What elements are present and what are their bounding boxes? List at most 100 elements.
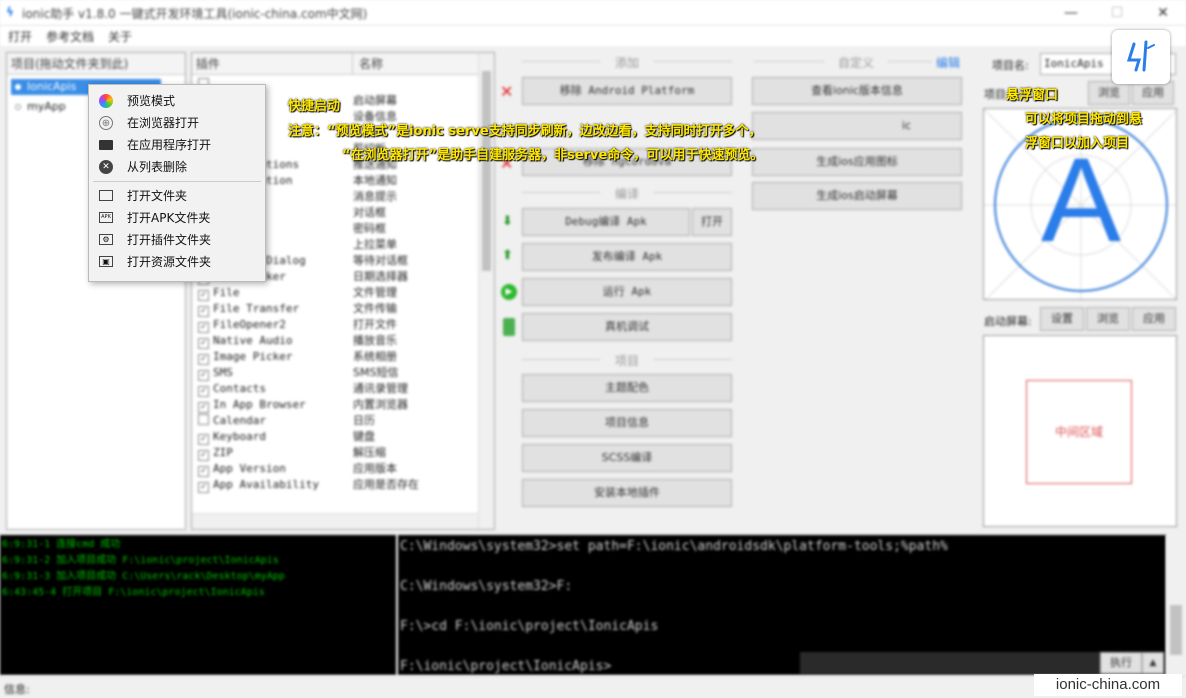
scrollbar-thumb[interactable] [482, 71, 491, 271]
project-info-button[interactable]: 项目信息 [522, 409, 732, 437]
menu-item-open-browser[interactable]: ⊕ 在浏览器打开 [89, 112, 265, 134]
menu-item-open-plugin-folder[interactable]: ⚙ 打开插件文件夹 [89, 229, 265, 251]
generate-ios-splash-button[interactable]: 生成ios启动屏幕 [752, 182, 962, 210]
plugin-checkbox[interactable]: ✓ [198, 482, 209, 493]
plugin-checkbox[interactable] [198, 414, 209, 425]
plugin-checkbox[interactable]: ✓ [198, 354, 209, 365]
device-debug-button[interactable]: 真机调试 [522, 313, 732, 341]
console-scrollbar[interactable] [1166, 535, 1186, 675]
menu-item-label: 打开文件夹 [127, 189, 188, 203]
plugin-checkbox[interactable]: ✓ [198, 306, 209, 317]
open-apk-button[interactable]: 打开 [692, 208, 732, 236]
plugin-checkbox[interactable]: ✓ [198, 386, 209, 397]
plugin-row[interactable]: ✓ App Availability 应用是否存在 [194, 477, 478, 493]
menu-about[interactable]: 关于 [108, 28, 132, 45]
remove-android-button[interactable]: 移除 Android Platform [522, 77, 732, 105]
plugin-row[interactable]: Calendar 日历 [194, 413, 478, 429]
log-line: 6:43:45-4 打开项目 F:\ionic\project\IonicApi… [2, 587, 265, 598]
release-compile-button[interactable]: 发布编译 Apk [522, 243, 732, 271]
plugin-checkbox[interactable]: ✓ [198, 466, 209, 477]
menu-item-remove[interactable]: ✕ 从列表删除 [89, 156, 265, 178]
minimize-button[interactable]: — [1048, 0, 1094, 26]
console-line: F:\>cd F:\ionic\project\IonicApis [400, 619, 659, 634]
maximize-button[interactable]: ☐ [1094, 0, 1140, 26]
plugin-row[interactable]: ✓ Keyboard 键盘 [194, 429, 478, 445]
plugin-hscrollbar[interactable] [192, 513, 478, 529]
plugin-cn-name: 消息提示 [353, 190, 397, 203]
window-title: ionic助手 v1.8.0 一键式开发环境工具(ionic-china.com… [22, 7, 368, 21]
scss-compile-button[interactable]: SCSS编译 [522, 444, 732, 472]
plugin-cn-name: SMS短信 [353, 366, 399, 379]
plugin-name: In App Browser [213, 398, 306, 411]
execute-button[interactable]: 执行 [1100, 652, 1142, 674]
plugin-row[interactable]: ✓ Native Audio 播放音乐 [194, 333, 478, 349]
splash-apply-button[interactable]: 应用 [1132, 307, 1176, 331]
custom-button-2[interactable]: ic [752, 112, 962, 140]
history-up-button[interactable]: ▲ [1142, 652, 1164, 674]
icon-browse-button[interactable]: 浏览 [1088, 81, 1130, 105]
plugin-row[interactable]: ✓ App Version 应用版本 [194, 461, 478, 477]
splash-settings-button[interactable]: 设置 [1040, 307, 1084, 331]
plugin-row[interactable]: ✓ FileOpener2 打开文件 [194, 317, 478, 333]
plugin-cn-name: 打开文件 [353, 318, 397, 331]
annotation-float-1: 可以将项目拖动到悬 [1025, 112, 1143, 127]
plugin-checkbox[interactable]: ✓ [198, 434, 209, 445]
menu-open[interactable]: 打开 [8, 28, 32, 45]
title-bar: ϟ ionic助手 v1.8.0 一键式开发环境工具(ionic-china.c… [0, 0, 1186, 26]
plugin-checkbox[interactable]: ✓ [198, 322, 209, 333]
plugin-row[interactable]: ✓ File 文件管理 [194, 285, 478, 301]
menu-item-label: 打开插件文件夹 [127, 233, 212, 247]
log-line: 6:9:31-1 连接cmd 成功 [2, 539, 121, 550]
plugin-row[interactable]: ✓ SMS SMS短信 [194, 365, 478, 381]
run-apk-button[interactable]: 运行 Apk [522, 278, 732, 306]
menu-item-open-apk-folder[interactable]: APK 打开APK文件夹 [89, 207, 265, 229]
plugin-row[interactable]: ✓ ZIP 解压缩 [194, 445, 478, 461]
generate-ios-icon-button[interactable]: 生成ios应用图标 [752, 148, 962, 176]
plugin-checkbox[interactable]: ✓ [198, 338, 209, 349]
splash-browse-button[interactable]: 浏览 [1086, 307, 1130, 331]
plugin-checkbox[interactable]: ✓ [198, 450, 209, 461]
close-button[interactable]: ✕ [1140, 0, 1186, 26]
remove-x-icon: ✕ [500, 82, 514, 101]
plugin-name: Native Audio [213, 334, 293, 347]
ionic-helper-logo-icon [1126, 40, 1155, 72]
command-input[interactable] [800, 652, 1100, 674]
plugin-row[interactable]: ✓ File Transfer 文件传输 [194, 301, 478, 317]
plugin-cn-name: 日历 [353, 414, 375, 427]
menu-item-open-folder[interactable]: 打开文件夹 [89, 185, 265, 207]
menu-item-open-resource-folder[interactable]: ▣ 打开资源文件夹 [89, 251, 265, 273]
window-icon [99, 140, 113, 150]
menu-docs[interactable]: 参考文档 [46, 28, 94, 45]
plugin-cn-name: 文件传输 [353, 302, 397, 315]
menu-bar [0, 26, 1186, 46]
edit-link[interactable]: 编辑 [936, 54, 960, 71]
scrollbar-thumb[interactable] [1170, 605, 1182, 655]
icon-apply-button[interactable]: 应用 [1132, 81, 1174, 105]
plugin-checkbox[interactable]: ✓ [198, 290, 209, 301]
plugin-checkbox[interactable]: ✓ [198, 402, 209, 413]
plugin-name: ZIP [213, 446, 233, 459]
view-ionic-version-button[interactable]: 查看ionic版本信息 [752, 77, 962, 105]
annotation-quick-launch: 快捷启动 [288, 99, 341, 114]
menu-item-open-app[interactable]: 在应用程序打开 [89, 134, 265, 156]
folder-icon [99, 190, 113, 201]
plugin-cn-name: 启动屏幕 [353, 94, 397, 107]
log-line: 6:9:31-2 加入项目成功 F:\ionic\project\IonicAp… [2, 555, 279, 566]
plugin-checkbox[interactable]: ✓ [198, 370, 209, 381]
debug-compile-button[interactable]: Debug编译 Apk [522, 208, 690, 236]
menu-item-preview-mode[interactable]: 预览模式 [89, 90, 265, 112]
theme-button[interactable]: 主题配色 [522, 374, 732, 402]
float-window[interactable] [1112, 30, 1170, 84]
plugin-cn-name: 等待对话框 [353, 254, 408, 267]
plugin-cn-name: 密码框 [353, 222, 386, 235]
project-item-label: IonicApis [27, 80, 77, 93]
console-panel[interactable]: C:\Windows\system32>set path=F:\ionic\an… [398, 535, 1166, 675]
resource-folder-icon: ▣ [99, 256, 113, 267]
plugin-row[interactable]: ✓ Contacts 通讯录管理 [194, 381, 478, 397]
annotation-note-1: 注意：“预览模式”是ionic serve支持同步刷新，边改边看，支持同时打开多… [288, 124, 762, 139]
install-plugins-button[interactable]: 安装本地插件 [522, 479, 732, 507]
plugin-row[interactable]: ✓ In App Browser 内置浏览器 [194, 397, 478, 413]
plugin-row[interactable]: ✓ Image Picker 系统相册 [194, 349, 478, 365]
